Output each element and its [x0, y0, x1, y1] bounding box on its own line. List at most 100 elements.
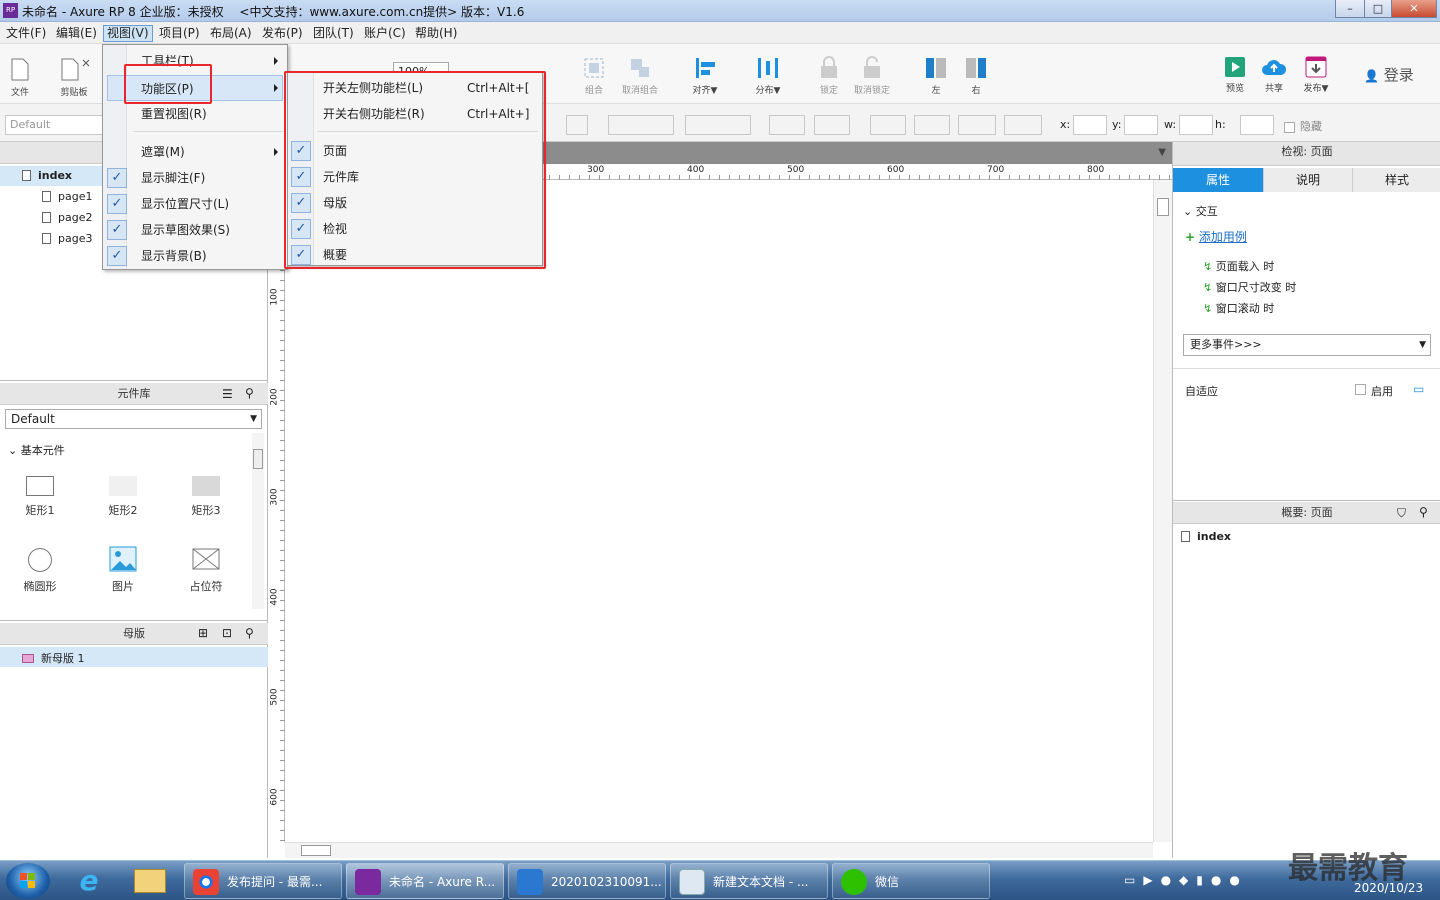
maximize-button[interactable]: □: [1364, 0, 1392, 18]
page-item-page1[interactable]: page1: [42, 190, 92, 203]
clock-date[interactable]: 2020/10/23: [1354, 881, 1423, 895]
preview-button[interactable]: 预览: [1222, 56, 1248, 94]
chevron-down-icon[interactable]: ▼: [1158, 147, 1166, 158]
line-style-select[interactable]: [958, 115, 996, 135]
widget-placeholder[interactable]: 占位符: [176, 548, 236, 594]
view-menu-show-background[interactable]: ✓ 显示背景(B): [103, 243, 287, 269]
internet-explorer-icon[interactable]: e: [72, 867, 106, 895]
ungroup-button[interactable]: 取消组合: [618, 56, 662, 96]
task-document[interactable]: 2020102310091...: [508, 863, 666, 899]
add-master-icon[interactable]: ⊞: [198, 626, 208, 640]
master-item[interactable]: 新母版 1: [22, 650, 85, 666]
scrollbar-thumb[interactable]: [301, 845, 331, 856]
event-window-scroll[interactable]: ↯ 窗口滚动 时: [1203, 300, 1274, 316]
menu-edit[interactable]: 编辑(E): [53, 25, 100, 42]
view-menu-mask[interactable]: 遮罩(M): [103, 139, 287, 165]
text-align-group[interactable]: [608, 115, 674, 135]
x-input[interactable]: [1073, 115, 1107, 135]
masters-panel: 母版 ⊞ ⊡ ⚲ 新母版 1: [0, 620, 268, 858]
unlock-button[interactable]: 取消锁定: [852, 56, 892, 96]
task-axure[interactable]: 未命名 - Axure R...: [346, 863, 504, 899]
menu-team[interactable]: 团队(T): [310, 25, 357, 42]
task-notepad[interactable]: 新建文本文档 - ...: [670, 863, 828, 899]
menu-file[interactable]: 文件(F): [3, 25, 49, 42]
hidden-checkbox[interactable]: [1284, 122, 1295, 133]
distribute-button[interactable]: 分布▼: [750, 56, 786, 96]
menu-project[interactable]: 项目(P): [156, 25, 203, 42]
search-icon[interactable]: ⚲: [1419, 505, 1428, 519]
file-group[interactable]: 文件: [6, 56, 34, 98]
library-select[interactable]: Default ▼: [5, 409, 262, 429]
add-case-link[interactable]: + 添加用例: [1185, 228, 1247, 245]
more-events-select[interactable]: 更多事件>>> ▼: [1183, 334, 1431, 356]
y-input[interactable]: [1124, 115, 1158, 135]
task-browser[interactable]: 发布提问 - 最需...: [184, 863, 342, 899]
menu-help[interactable]: 帮助(H): [412, 25, 460, 42]
adaptive-enable-checkbox[interactable]: [1355, 384, 1366, 395]
share-button[interactable]: 共享: [1260, 56, 1288, 94]
library-scrollbar[interactable]: [252, 433, 264, 609]
right-panel-toggle[interactable]: 右: [964, 56, 988, 96]
view-menu-show-footnotes[interactable]: ✓ 显示脚注(F): [103, 165, 287, 191]
new-file-icon: [11, 58, 29, 81]
format-button-1[interactable]: [566, 115, 588, 135]
arrow-style-select[interactable]: [1004, 115, 1042, 135]
view-menu-show-sketch[interactable]: ✓ 显示草图效果(S): [103, 217, 287, 243]
menu-view[interactable]: 视图(V): [103, 25, 153, 42]
h-input[interactable]: [1240, 115, 1274, 135]
login-button[interactable]: 👤 登录: [1364, 64, 1414, 85]
fill-color-select[interactable]: [769, 115, 805, 135]
minimize-button[interactable]: –: [1335, 0, 1365, 18]
master-label: 新母版 1: [41, 652, 85, 665]
widget-rect3[interactable]: 矩形3: [176, 476, 236, 518]
scrollbar-thumb[interactable]: [1157, 198, 1169, 216]
clipboard-group[interactable]: 剪贴板: [56, 56, 92, 98]
style-select[interactable]: Default: [5, 115, 103, 135]
system-tray-icons[interactable]: ▭▶●◆▮●●: [1124, 873, 1304, 889]
lock-button[interactable]: 锁定: [815, 56, 843, 96]
menu-publish[interactable]: 发布(P): [259, 25, 306, 42]
filter-icon[interactable]: ⛉: [1397, 506, 1406, 521]
interaction-section[interactable]: ⌄ 交互: [1183, 203, 1218, 219]
tab-notes[interactable]: 说明: [1263, 168, 1352, 192]
widget-image[interactable]: 图片: [93, 546, 153, 594]
left-panel-toggle[interactable]: 左: [924, 56, 948, 96]
page-item-page3[interactable]: page3: [42, 232, 92, 245]
tab-style[interactable]: 样式: [1352, 168, 1440, 192]
adaptive-settings-icon[interactable]: ▭: [1413, 382, 1424, 396]
canvas-horizontal-scrollbar[interactable]: [285, 842, 1153, 858]
view-menu-reset-view[interactable]: 重置视图(R): [103, 101, 287, 127]
menu-lines-icon[interactable]: ☰: [222, 387, 233, 401]
view-menu-show-position-size[interactable]: ✓ 显示位置尺寸(L): [103, 191, 287, 217]
w-input[interactable]: [1179, 115, 1213, 135]
widget-rect1[interactable]: 矩形1: [10, 476, 70, 518]
publish-button[interactable]: 发布▼: [1300, 56, 1332, 94]
page-item-index[interactable]: index: [22, 169, 72, 182]
search-icon[interactable]: ⚲: [245, 626, 254, 640]
outline-item-index[interactable]: index: [1181, 530, 1231, 543]
add-folder-icon[interactable]: ⊡: [222, 626, 232, 640]
event-window-resize[interactable]: ↯ 窗口尺寸改变 时: [1203, 279, 1296, 295]
widget-ellipse[interactable]: 椭圆形: [10, 548, 70, 594]
close-button[interactable]: ✕: [1391, 0, 1437, 18]
scrollbar-thumb[interactable]: [253, 449, 263, 469]
line-color-select[interactable]: [870, 115, 906, 135]
event-page-load[interactable]: ↯ 页面载入 时: [1203, 258, 1274, 274]
shadow-select[interactable]: [814, 115, 850, 135]
file-explorer-icon[interactable]: [134, 869, 166, 893]
line-width-select[interactable]: [914, 115, 950, 135]
widget-rect2[interactable]: 矩形2: [93, 476, 153, 518]
align-button[interactable]: 对齐▼: [688, 56, 722, 96]
page-item-page2[interactable]: page2: [42, 211, 92, 224]
windows-taskbar: e 发布提问 - 最需... 未命名 - Axure R... 20201023…: [0, 851, 1440, 900]
start-button[interactable]: [6, 863, 50, 899]
menu-account[interactable]: 账户(C): [361, 25, 409, 42]
group-button[interactable]: 组合: [578, 56, 610, 96]
search-icon[interactable]: ⚲: [245, 386, 254, 400]
vertical-align-group[interactable]: [685, 115, 751, 135]
menu-layout[interactable]: 布局(A): [207, 25, 255, 42]
section-basic-widgets[interactable]: ⌄ 基本元件: [8, 442, 65, 458]
task-wechat[interactable]: 微信: [832, 863, 990, 899]
canvas-vertical-scrollbar[interactable]: [1153, 180, 1172, 842]
tab-properties[interactable]: 属性: [1173, 168, 1263, 192]
